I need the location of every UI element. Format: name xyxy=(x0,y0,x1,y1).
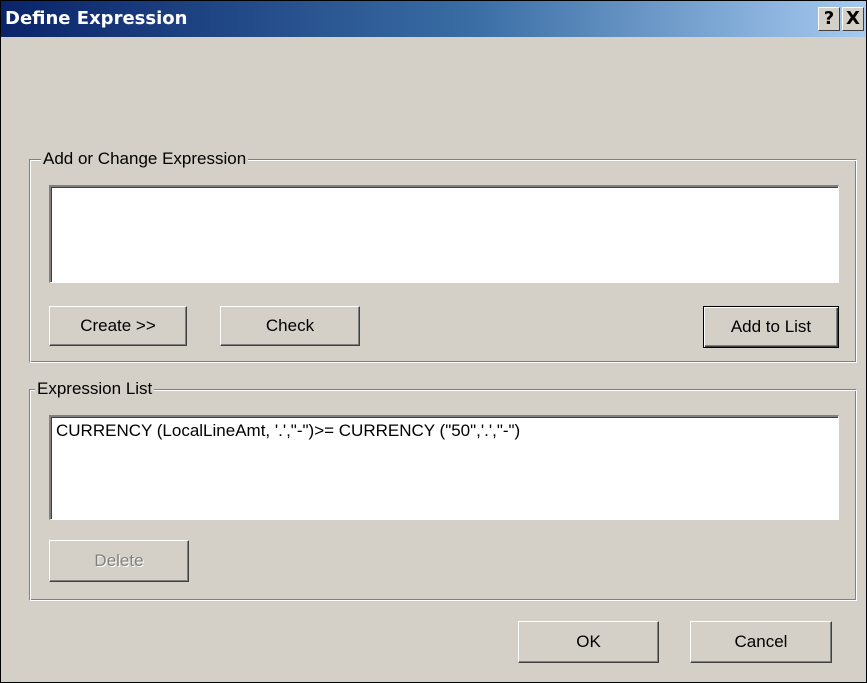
expression-input-box xyxy=(49,185,839,283)
cancel-button[interactable]: Cancel xyxy=(690,621,832,663)
check-button[interactable]: Check xyxy=(220,306,360,346)
close-button[interactable]: X xyxy=(842,7,864,31)
expression-input[interactable] xyxy=(51,187,838,282)
define-expression-dialog: Define Expression ? X Add or Change Expr… xyxy=(0,0,867,683)
close-icon: X xyxy=(846,8,860,29)
help-button[interactable]: ? xyxy=(818,7,840,31)
help-icon: ? xyxy=(823,8,835,29)
add-change-expression-label: Add or Change Expression xyxy=(41,149,249,169)
add-to-list-button[interactable]: Add to List xyxy=(703,306,839,348)
ok-button[interactable]: OK xyxy=(518,621,659,663)
expression-list-box[interactable]: CURRENCY (LocalLineAmt, '.',"-")>= CURRE… xyxy=(49,415,839,520)
delete-button[interactable]: Delete xyxy=(49,540,189,582)
dialog-title: Define Expression xyxy=(5,8,188,29)
expression-list-item[interactable]: CURRENCY (LocalLineAmt, '.',"-")>= CURRE… xyxy=(56,421,520,441)
title-bar[interactable]: Define Expression ? X xyxy=(1,1,866,37)
create-button[interactable]: Create >> xyxy=(49,306,187,346)
expression-list-label: Expression List xyxy=(35,379,155,399)
